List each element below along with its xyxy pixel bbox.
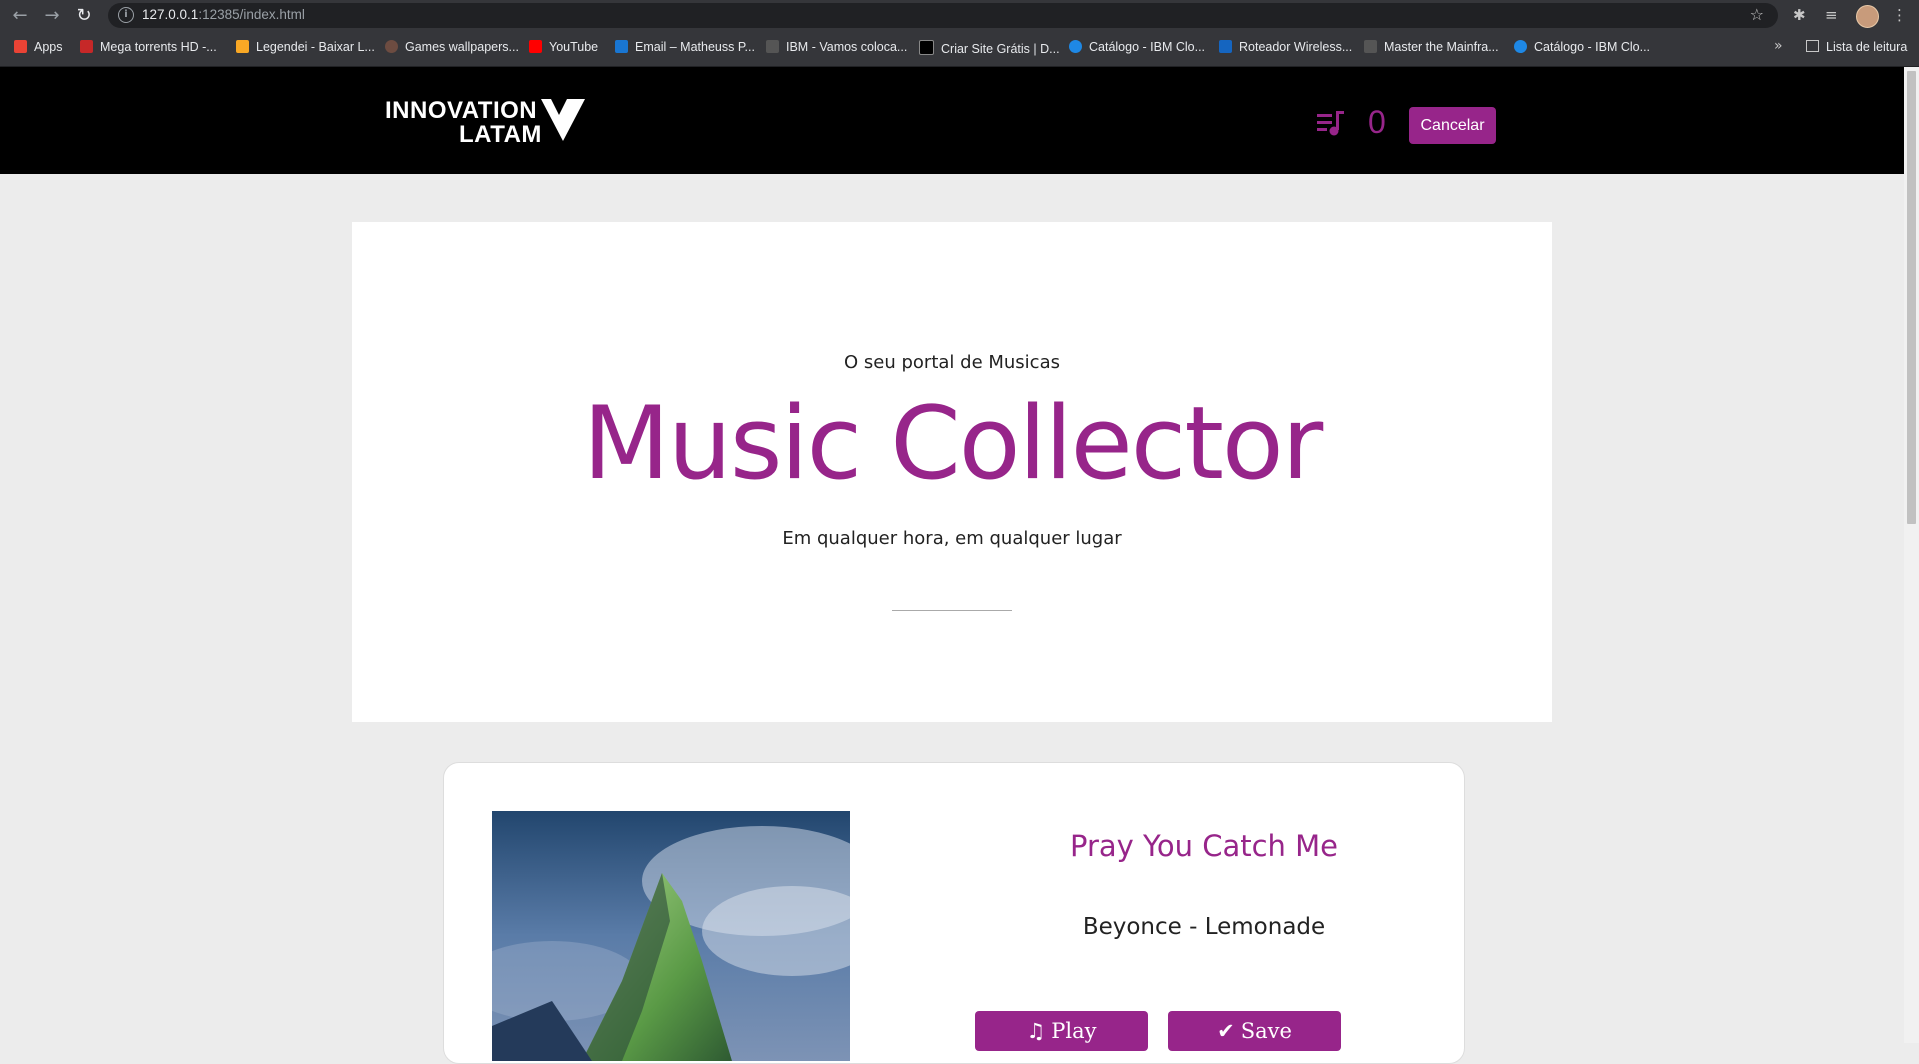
bookmark-item[interactable]: Criar Site Grátis | D... [919,40,1060,56]
page-scrollbar[interactable] [1904,67,1919,1043]
hero-title: Music Collector [582,384,1324,502]
site-info-icon[interactable]: i [118,7,134,23]
bookmark-item[interactable]: Roteador Wireless... [1219,40,1352,56]
kebab-menu-icon[interactable]: ⋮ [1892,6,1907,24]
reload-icon[interactable]: ↻ [72,4,96,28]
bookmark-item[interactable]: Email – Matheuss P... [615,40,755,56]
extensions-icon[interactable]: ✱ [1793,6,1806,24]
bookmark-item[interactable]: Games wallpapers... [385,40,519,56]
music-queue-icon[interactable] [1317,111,1345,137]
more-bookmarks-icon[interactable]: » [1774,38,1783,54]
bookmark-item[interactable]: IBM - Vamos coloca... [766,40,907,56]
innovation-latam-logo[interactable]: INNOVATION LATAM [385,97,585,148]
ibm-cloud-icon [1514,40,1527,53]
bookmark-favicon-icon [80,40,93,53]
browser-toolbar: ← → ↻ i 127.0.0.1:12385/index.html ☆ ✱ ≡… [0,0,1919,31]
logo-triangle-icon [541,99,585,141]
profile-avatar[interactable] [1856,5,1879,28]
music-note-icon: ♫ [1026,1019,1046,1043]
bookmark-item[interactable]: Mega torrents HD -... [80,40,217,56]
back-icon[interactable]: ← [8,4,32,28]
bookmark-star-icon[interactable]: ☆ [1750,5,1764,24]
bookmark-favicon-icon [766,40,779,53]
bookmark-item[interactable]: Apps [14,40,63,56]
save-button[interactable]: ✔ Save [1168,1011,1341,1051]
bookmark-item[interactable]: YouTube [529,40,598,56]
bookmark-favicon-icon [385,40,398,53]
song-card: Pray You Catch Me Beyonce - Lemonade ♫ Pl… [443,762,1465,1064]
bookmarks-bar: Apps Mega torrents HD -... Legendei - Ba… [0,31,1919,67]
logo-line-2: LATAM [459,121,542,148]
play-button[interactable]: ♫ Play [975,1011,1148,1051]
bookmark-item[interactable]: Catálogo - IBM Clo... [1514,40,1650,56]
hero-divider [892,610,1012,611]
bookmark-item[interactable]: Master the Mainfra... [1364,40,1499,56]
song-artist: Beyonce - Lemonade [1082,914,1326,940]
ibm-cloud-icon [1069,40,1082,53]
hero-tagline: Em qualquer hora, em qualquer lugar [782,528,1122,549]
queue-count: 0 [1368,104,1386,140]
bookmark-item[interactable]: Legendei - Baixar L... [236,40,375,56]
media-queue-icon[interactable]: ≡ [1825,6,1838,24]
bookmark-favicon-icon [236,40,249,53]
outlook-icon [615,40,628,53]
album-cover [492,811,850,1061]
cancel-button[interactable]: Cancelar [1409,107,1496,144]
reading-list-icon [1806,40,1819,52]
scrollbar-thumb[interactable] [1907,71,1916,524]
reading-list-button[interactable]: Lista de leitura [1806,40,1907,54]
bookmark-favicon-icon [1219,40,1232,53]
url-text[interactable]: 127.0.0.1:12385/index.html [142,7,305,22]
site-header: INNOVATION LATAM 0 Cancelar [0,67,1904,174]
wix-icon [919,40,934,55]
hero-section: O seu portal de Musicas Music Collector … [352,222,1552,722]
check-icon: ✔ [1217,1019,1235,1043]
youtube-icon [529,40,542,53]
hero-subtitle: O seu portal de Musicas [844,352,1060,373]
address-bar[interactable]: i 127.0.0.1:12385/index.html ☆ [108,3,1778,28]
bookmark-favicon-icon [1364,40,1377,53]
forward-icon[interactable]: → [40,4,64,28]
bookmark-item[interactable]: Catálogo - IBM Clo... [1069,40,1205,56]
apps-grid-icon [14,40,27,53]
song-title: Pray You Catch Me [1069,829,1339,863]
